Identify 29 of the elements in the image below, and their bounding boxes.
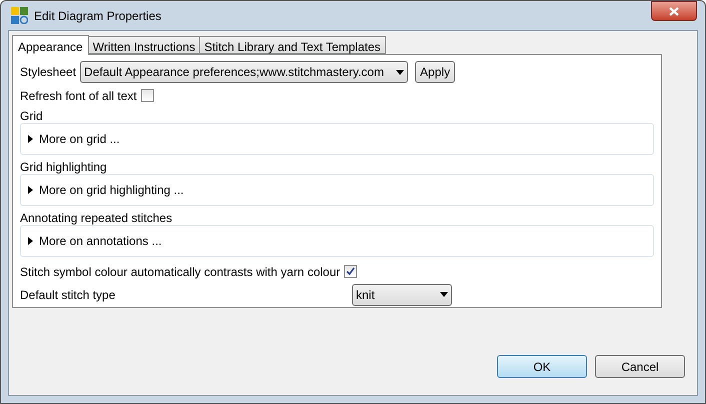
app-icon bbox=[11, 7, 28, 24]
stitch-type-dropdown[interactable]: knit bbox=[352, 284, 452, 306]
tab[interactable]: Stitch Library and Text Templates bbox=[200, 36, 386, 54]
stylesheet-label: Stylesheet bbox=[20, 64, 76, 82]
group-title: Grid highlighting bbox=[20, 159, 108, 174]
stitch-type-label: Default stitch type bbox=[20, 286, 116, 304]
expander[interactable]: More on grid ... bbox=[28, 130, 120, 148]
expander[interactable]: More on grid highlighting ... bbox=[28, 181, 184, 200]
caret-icon bbox=[396, 70, 404, 75]
expand-icon bbox=[28, 186, 33, 194]
tab[interactable]: Appearance bbox=[12, 35, 89, 55]
dialog-button[interactable]: OK bbox=[497, 355, 587, 378]
tab[interactable]: Written Instructions bbox=[88, 36, 200, 54]
group-title: Grid bbox=[20, 108, 44, 124]
apply-button[interactable]: Apply bbox=[415, 61, 456, 84]
close-button[interactable] bbox=[651, 1, 697, 21]
stylesheet-dropdown[interactable]: Default Appearance preferences;www.stitchmastery.com bbox=[80, 61, 408, 84]
checkbox[interactable] bbox=[140, 89, 154, 102]
close-icon bbox=[669, 6, 679, 16]
refresh-font-label: Refresh font of all text bbox=[20, 88, 137, 105]
checkbox[interactable] bbox=[344, 265, 358, 278]
dialog-button[interactable]: Cancel bbox=[595, 355, 685, 378]
expand-icon bbox=[28, 135, 33, 144]
expander[interactable]: More on annotations ... bbox=[28, 232, 162, 250]
expand-icon bbox=[28, 237, 33, 246]
group-title: Annotating repeated stitches bbox=[20, 210, 174, 226]
window-title: Edit Diagram Properties bbox=[34, 8, 162, 24]
contrast-label: Stitch symbol colour automatically contrasts with yarn colour bbox=[20, 264, 340, 281]
caret-icon bbox=[440, 292, 448, 298]
